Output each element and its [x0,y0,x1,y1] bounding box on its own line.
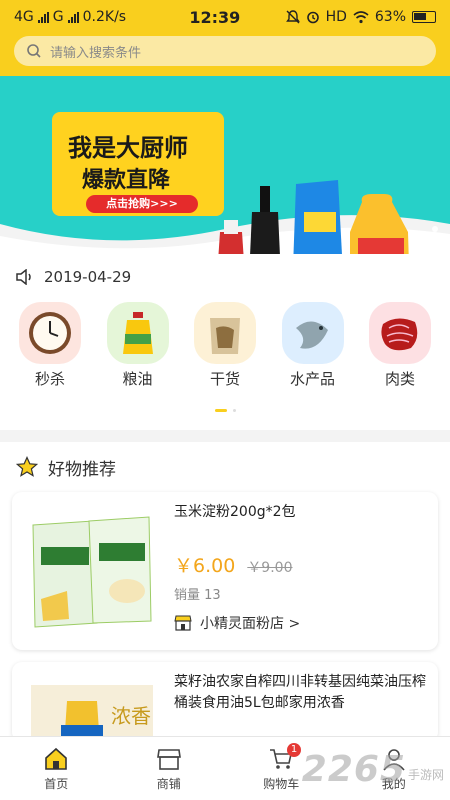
product-original-price: ￥9.00 [247,560,293,576]
recommend-title: 好物推荐 [48,459,116,480]
promo-banner[interactable]: 我是大厨师 爆款直降 点击抢购>>> [0,76,450,254]
category-grain-oil[interactable]: 粮油 [102,302,174,389]
tab-label: 我的 [381,776,406,791]
star-icon [16,456,38,477]
product-price: ￥6.00 [174,555,236,577]
tab-profile[interactable]: 我的 [338,737,450,800]
category-label: 肉类 [384,370,415,388]
banner-headline-1: 我是大厨师 [68,134,188,162]
tab-label: 商铺 [156,776,181,791]
battery-icon [412,11,436,23]
clock-icon [19,302,81,364]
product-title: 玉米淀粉200g*2包 [174,504,296,520]
fish-icon [281,302,344,364]
tab-cart[interactable]: 1 购物车 [225,737,338,800]
signal-icon [37,11,49,23]
search-icon [27,44,41,58]
shop-icon [156,748,181,770]
category-section: 秒杀 粮油 干货 水产品 肉类 [0,300,450,430]
pager-dot-active [214,409,227,412]
tab-label: 购物车 [263,776,300,791]
banner-cta-button[interactable]: 点击抢购>>> [86,195,198,213]
store-name: 小精灵面粉店 > [200,616,301,632]
product-image-corn-starch [22,502,162,640]
category-aquatic[interactable]: 水产品 [277,302,349,389]
alarm-icon [306,11,319,24]
category-seckill[interactable]: 秒杀 [14,302,86,389]
wifi-icon [353,10,369,23]
battery-percent: 63% [374,9,406,25]
category-label: 秒杀 [34,370,65,388]
pager-dot [232,409,236,412]
notice-row: 2019-04-29 [0,254,450,300]
category-dried-goods[interactable]: 干货 [189,302,261,389]
network-label-g: G [52,9,64,25]
tab-label: 首页 [44,776,69,791]
meat-icon [369,302,431,364]
banner-headline-2: 爆款直降 [82,168,171,193]
oil-bottle-icon [106,302,169,364]
hd-label: HD [325,9,347,25]
product-store-link[interactable]: 小精灵面粉店 > [174,613,428,633]
category-pager [0,409,450,412]
speaker-icon [16,269,31,285]
network-speed: 0.2K/s [82,9,127,25]
search-input[interactable]: 请输入搜索条件 [50,42,141,61]
status-bar: 4G G 0.2K/s 12:39 HD 63% [14,0,436,34]
top-bar: 4G G 0.2K/s 12:39 HD 63% 请输入搜索条件 [0,0,450,76]
search-bar[interactable]: 请输入搜索条件 [14,36,436,66]
product-title: 菜籽油农家自榨四川非转基因纯菜油压榨桶装食用油5L包邮家用浓香 [174,674,426,711]
category-label: 干货 [209,370,240,388]
notice-date: 2019-04-29 [44,268,132,286]
products-illustration [218,180,409,254]
user-icon [383,748,405,771]
product-image-rapeseed-oil: 浓香 [22,672,162,742]
category-label: 水产品 [289,370,335,388]
svg-text:浓香: 浓香 [111,704,151,728]
clock-time: 12:39 [189,7,241,27]
home-icon [45,747,68,770]
category-label: 粮油 [122,370,153,388]
product-card[interactable]: 浓香 菜籽油农家自榨四川非转基因纯菜油压榨桶装食用油5L包邮家用浓香 [12,662,438,742]
banner-dot [432,226,438,232]
signal-icon [67,11,79,23]
app-screen: 4G G 0.2K/s 12:39 HD 63% 请输入搜索条件 我是大厨师 爆… [0,0,450,800]
mute-bell-icon [285,10,300,24]
tab-shop[interactable]: 商铺 [113,737,226,800]
bottom-tab-bar: 首页 商铺 1 购物车 我的 [0,736,450,800]
recommend-header: 好物推荐 [0,442,450,492]
cart-badge: 1 [287,743,301,757]
category-meat[interactable]: 肉类 [364,302,436,389]
store-icon [174,615,192,631]
dried-goods-icon [194,302,256,364]
tab-home[interactable]: 首页 [0,737,113,800]
product-sales: 销量 13 [174,588,221,603]
product-card[interactable]: 玉米淀粉200g*2包 ￥6.00 ￥9.00 销量 13 小精灵面粉店 > [12,492,438,650]
network-label-4g: 4G [14,9,34,25]
